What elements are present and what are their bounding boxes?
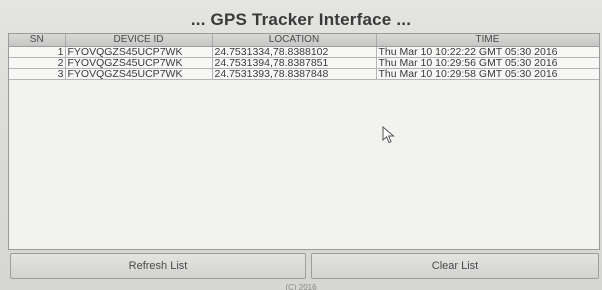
clear-list-button[interactable]: Clear List — [311, 253, 599, 279]
column-header-location[interactable]: LOCATION — [212, 34, 377, 47]
mouse-pointer-icon — [382, 126, 395, 144]
cell-location: 24.7531334,78.8388102 — [212, 46, 377, 58]
refresh-list-button[interactable]: Refresh List — [10, 253, 306, 279]
footer-copyright: (C) 2016 — [285, 283, 317, 290]
cell-sn: 1 — [9, 46, 66, 58]
cell-sn: 3 — [9, 68, 66, 80]
column-header-device-id[interactable]: DEVICE ID — [65, 34, 213, 47]
table-row[interactable]: 1 FYOVQGZS45UCP7WK 24.7531334,78.8388102… — [9, 46, 599, 58]
column-header-time[interactable]: TIME — [376, 34, 599, 47]
cell-time: Thu Mar 10 10:29:58 GMT 05:30 2016 — [376, 68, 599, 80]
gps-tracker-window: ... GPS Tracker Interface ... SN DEVICE … — [0, 0, 602, 290]
table-header-row: SN DEVICE ID LOCATION TIME — [9, 34, 599, 47]
tracking-table-panel: SN DEVICE ID LOCATION TIME 1 FYOVQGZS45U… — [8, 33, 600, 250]
tracking-table: SN DEVICE ID LOCATION TIME 1 FYOVQGZS45U… — [9, 34, 599, 80]
table-row[interactable]: 3 FYOVQGZS45UCP7WK 24.7531393,78.8387848… — [9, 68, 599, 80]
cell-location: 24.7531394,78.8387851 — [212, 57, 377, 69]
cell-device-id: FYOVQGZS45UCP7WK — [65, 46, 213, 58]
table-row[interactable]: 2 FYOVQGZS45UCP7WK 24.7531394,78.8387851… — [9, 57, 599, 69]
column-header-sn[interactable]: SN — [9, 34, 66, 47]
cell-time: Thu Mar 10 10:22:22 GMT 05:30 2016 — [376, 46, 599, 58]
cell-location: 24.7531393,78.8387848 — [212, 68, 377, 80]
cell-device-id: FYOVQGZS45UCP7WK — [65, 68, 213, 80]
cell-time: Thu Mar 10 10:29:56 GMT 05:30 2016 — [376, 57, 599, 69]
cell-sn: 2 — [9, 57, 66, 69]
window-title: ... GPS Tracker Interface ... — [190, 10, 412, 29]
cell-device-id: FYOVQGZS45UCP7WK — [65, 57, 213, 69]
